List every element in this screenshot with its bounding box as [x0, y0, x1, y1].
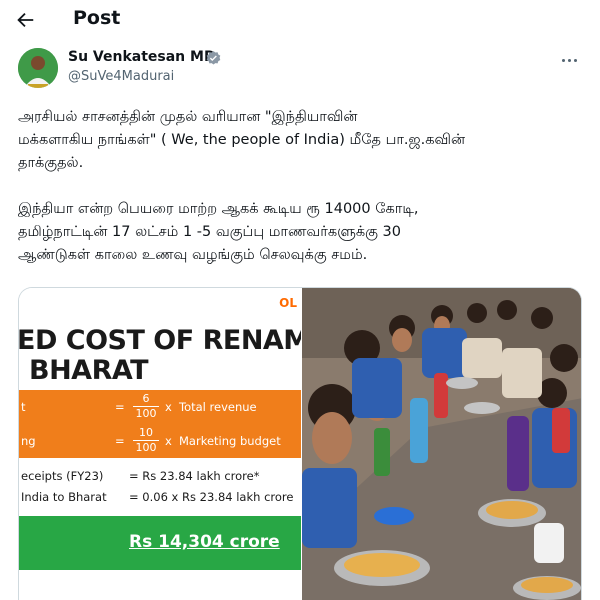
tweet-media[interactable]: OL ED COST OF RENAMING BHARAT t = 6100 x… — [18, 287, 582, 600]
back-button[interactable] — [14, 8, 40, 32]
author-name[interactable]: Su Venkatesan MP — [68, 49, 214, 65]
infographic-title: ED COST OF RENAMING BHARAT — [19, 326, 301, 386]
tweet-line: அரசியல் சாசனத்தின் முதல் வரியான "இந்தியா… — [18, 109, 358, 125]
infographic-title-line: ED COST OF RENAMING — [19, 325, 301, 356]
formula-row: t = 6 100 x Total revenue — [19, 390, 301, 424]
schoolchildren-photo[interactable] — [302, 288, 581, 600]
tweet-text: அரசியல் சாசனத்தின் முதல் வரியான "இந்தியா… — [18, 106, 588, 267]
tweet-line: தமிழ்நாட்டின் 17 லட்சம் 1 -5 வகுப்பு மாண… — [18, 224, 401, 240]
tweet-line: இந்தியா என்ற பெயரை மாற்ற ஆகக் கூடிய ரூ 1… — [18, 201, 419, 217]
avatar[interactable] — [18, 48, 58, 88]
more-dot-icon — [573, 59, 577, 62]
infographic-image[interactable]: OL ED COST OF RENAMING BHARAT t = 6100 x… — [19, 288, 301, 600]
more-dot-icon — [561, 59, 565, 62]
arrow-left-icon — [17, 12, 34, 28]
page-title: Post — [73, 7, 121, 29]
total-value: Rs 14,304 crore — [129, 532, 280, 552]
calculation-row: India to Bharat = 0.06 x Rs 23.84 lakh cr… — [21, 490, 294, 504]
more-options-button[interactable] — [560, 50, 586, 66]
tweet-line: தாக்குதல். — [18, 155, 84, 171]
top-bar: Post — [0, 0, 600, 40]
calculation-row: eceipts (FY23) = Rs 23.84 lakh crore* — [21, 469, 260, 483]
verified-badge-icon — [206, 51, 221, 65]
infographic-title-line: BHARAT — [29, 355, 149, 386]
more-dot-icon — [567, 59, 571, 62]
formula-row: ng = 10 100 x Marketing budget — [19, 424, 301, 458]
total-band: Rs 14,304 crore — [19, 516, 301, 570]
tweet-line: ஆண்டுகள் காலை உணவு வழங்கும் செலவுக்கு சம… — [18, 247, 368, 263]
tweet-line: மக்களாகிய நாங்கள்" ( We, the people of I… — [18, 132, 466, 148]
author-handle[interactable]: @SuVe4Madurai — [68, 69, 174, 84]
infographic-logo: OL — [279, 296, 297, 310]
